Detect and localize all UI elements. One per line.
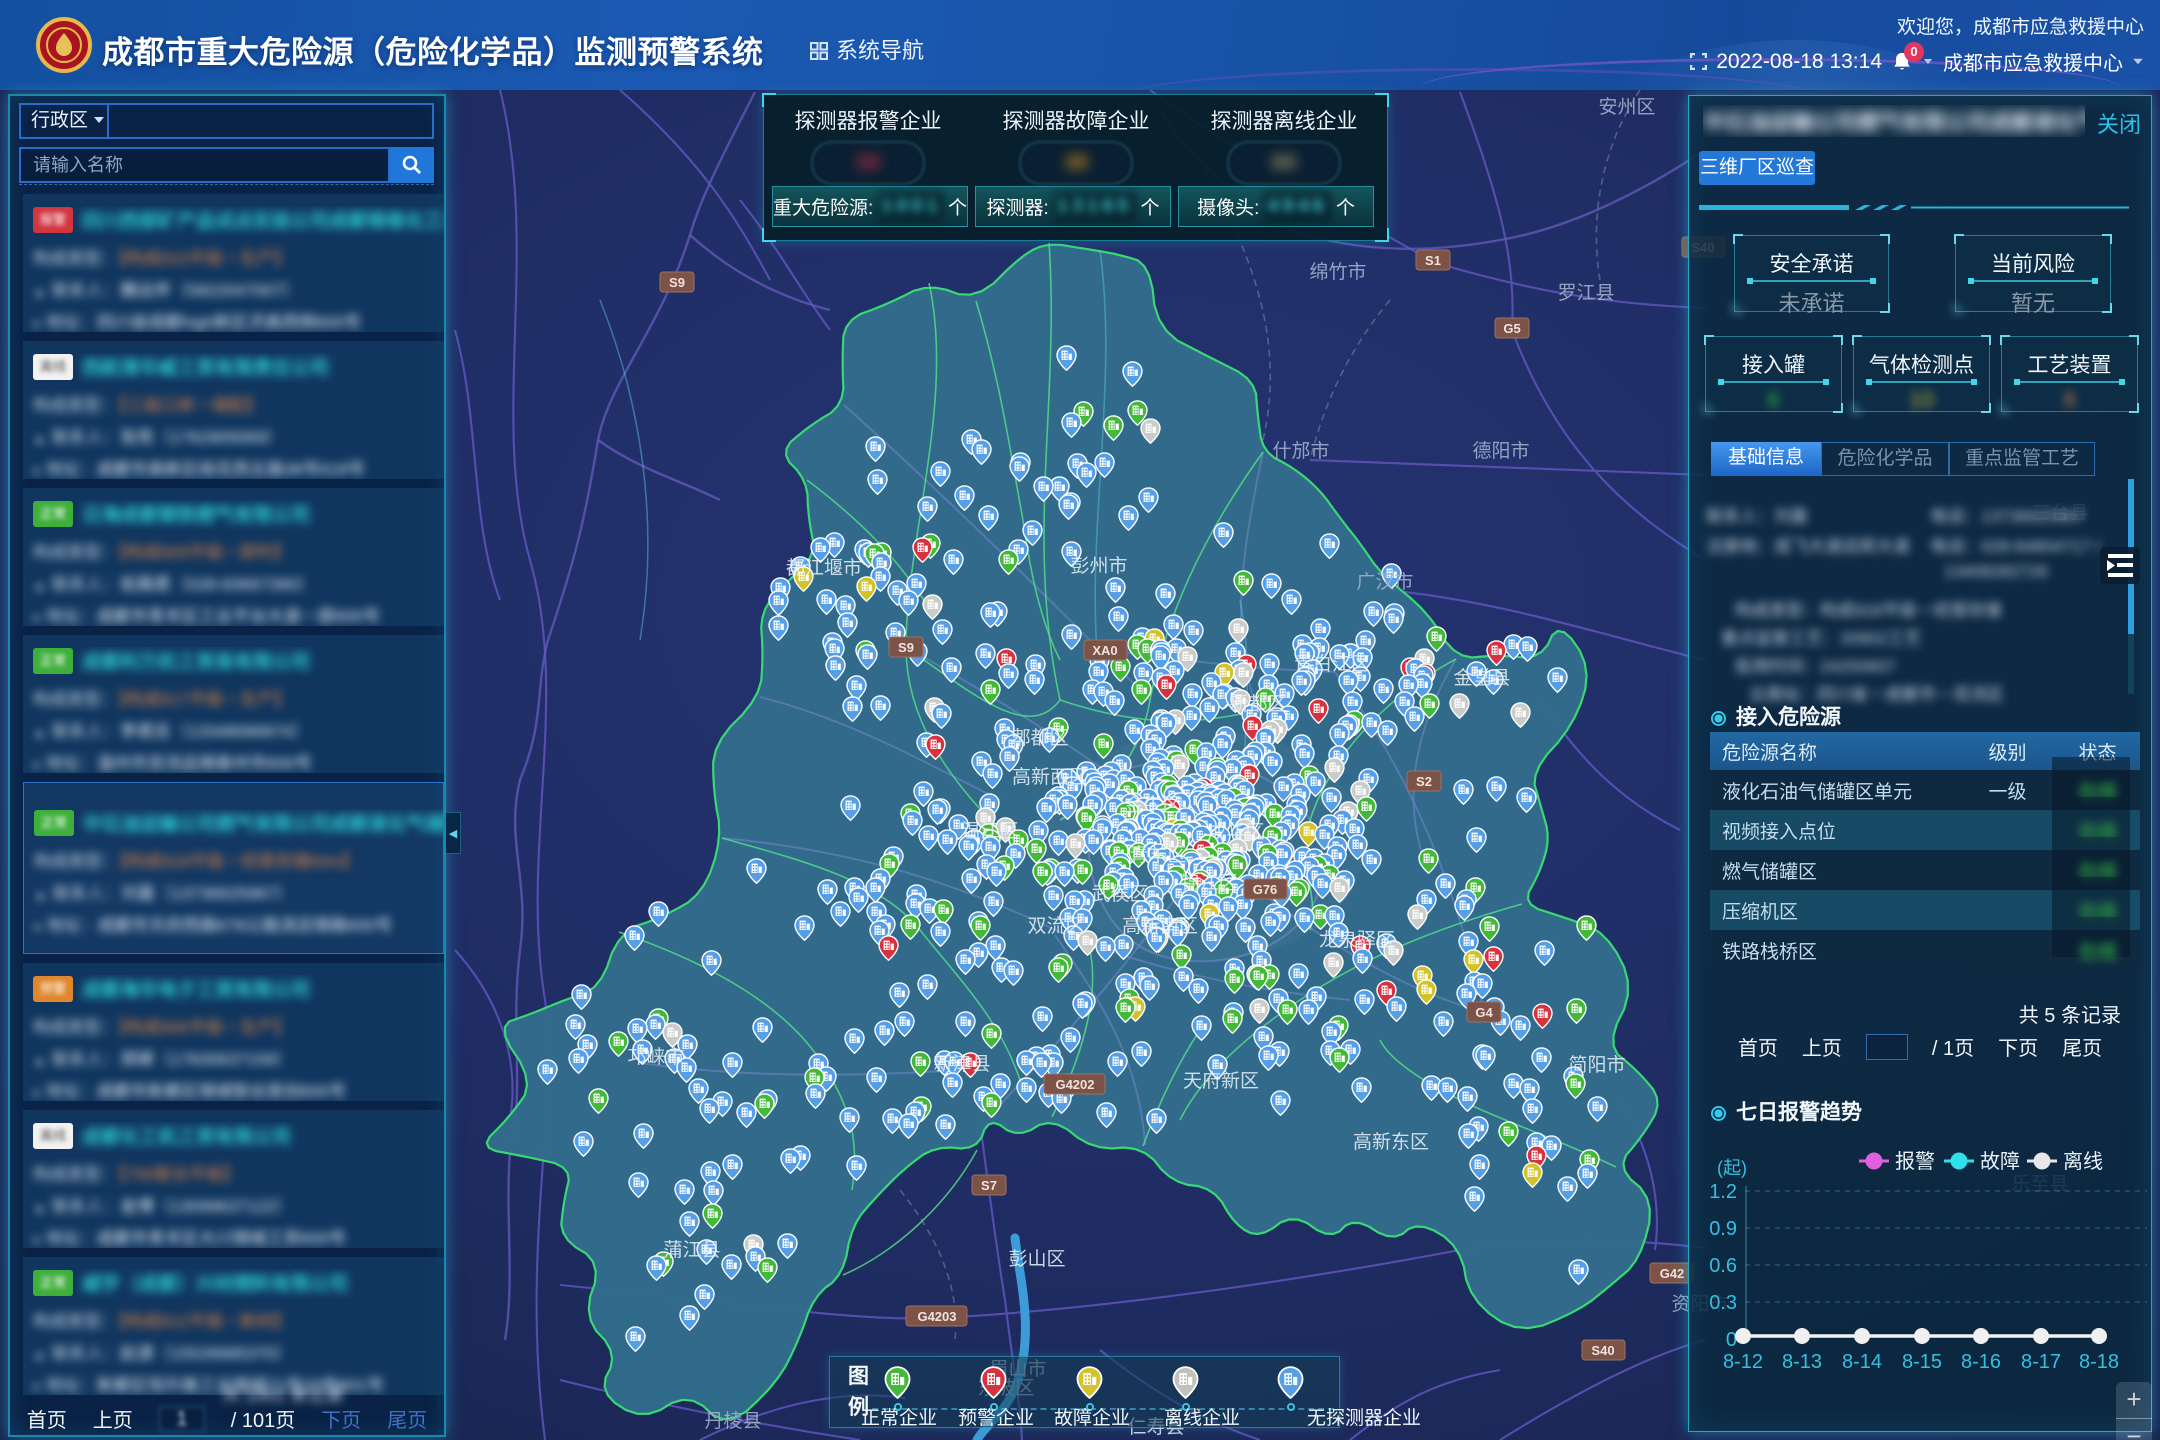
svg-text:G5: G5 xyxy=(1503,321,1520,336)
svg-text:S7: S7 xyxy=(981,1178,997,1193)
svg-text:8-12: 8-12 xyxy=(1723,1351,1763,1373)
svg-text:武侯区: 武侯区 xyxy=(1091,883,1148,905)
svg-text:0.3: 0.3 xyxy=(1709,1292,1737,1314)
svg-text:青白江区: 青白江区 xyxy=(1294,653,1370,675)
svg-text:青羊区: 青羊区 xyxy=(1129,844,1186,866)
svg-text:8-18: 8-18 xyxy=(2079,1351,2119,1373)
svg-text:蒲江县: 蒲江县 xyxy=(663,1239,720,1261)
svg-text:0.9: 0.9 xyxy=(1709,1218,1737,1240)
svg-text:(起): (起) xyxy=(1717,1158,1747,1178)
svg-text:8-16: 8-16 xyxy=(1961,1351,2001,1373)
svg-text:S9: S9 xyxy=(898,640,914,655)
svg-text:0: 0 xyxy=(1726,1329,1737,1351)
svg-text:8-17: 8-17 xyxy=(2021,1351,2061,1373)
svg-text:安州区: 安州区 xyxy=(1598,96,1655,118)
svg-text:金堂县: 金堂县 xyxy=(1453,667,1510,689)
svg-text:预警企业: 预警企业 xyxy=(958,1407,1034,1429)
svg-text:故障: 故障 xyxy=(1980,1150,2020,1173)
svg-text:无探测器企业: 无探测器企业 xyxy=(1307,1407,1421,1429)
svg-text:S9: S9 xyxy=(669,275,685,290)
svg-text:锦江区: 锦江区 xyxy=(1180,872,1237,894)
svg-text:德阳市: 德阳市 xyxy=(1472,440,1529,462)
svg-text:0.6: 0.6 xyxy=(1709,1255,1737,1277)
svg-text:1.2: 1.2 xyxy=(1709,1181,1737,1203)
svg-text:高新南区: 高新南区 xyxy=(1122,915,1198,937)
svg-text:新津县: 新津县 xyxy=(933,1053,990,1075)
svg-text:G42: G42 xyxy=(1660,1266,1685,1281)
svg-text:8-15: 8-15 xyxy=(1902,1351,1942,1373)
svg-text:G76: G76 xyxy=(1253,882,1278,897)
svg-text:邛崃市: 邛崃市 xyxy=(627,1046,684,1068)
svg-text:天府新区: 天府新区 xyxy=(1183,1070,1259,1092)
svg-text:郫都区: 郫都区 xyxy=(1011,727,1068,749)
svg-text:高新西区: 高新西区 xyxy=(1012,766,1088,788)
svg-text:8-13: 8-13 xyxy=(1782,1351,1822,1373)
svg-text:丹棱县: 丹棱县 xyxy=(704,1410,761,1432)
svg-text:金牛区: 金牛区 xyxy=(1124,794,1181,816)
svg-text:温江区: 温江区 xyxy=(961,820,1018,842)
svg-text:双流区: 双流区 xyxy=(1027,915,1084,937)
svg-text:故障企业: 故障企业 xyxy=(1054,1407,1130,1429)
svg-text:G4202: G4202 xyxy=(1055,1077,1094,1092)
svg-text:正常企业: 正常企业 xyxy=(861,1407,937,1429)
svg-text:S1: S1 xyxy=(1425,253,1441,268)
svg-text:什邡市: 什邡市 xyxy=(1272,440,1329,462)
svg-text:成华区: 成华区 xyxy=(1207,821,1264,843)
svg-text:高新东区: 高新东区 xyxy=(1353,1131,1429,1153)
svg-text:报警: 报警 xyxy=(1895,1150,1935,1173)
svg-text:绵竹市: 绵竹市 xyxy=(1309,261,1366,283)
svg-text:S40: S40 xyxy=(1591,1343,1614,1358)
svg-text:G4: G4 xyxy=(1475,1005,1493,1020)
svg-text:离线: 离线 xyxy=(2063,1150,2103,1173)
svg-text:简阳市: 简阳市 xyxy=(1568,1054,1625,1076)
svg-text:G4203: G4203 xyxy=(917,1309,956,1324)
svg-text:罗江县: 罗江县 xyxy=(1557,282,1614,304)
svg-text:广汉市: 广汉市 xyxy=(1356,571,1413,593)
svg-text:彭山区: 彭山区 xyxy=(1008,1248,1065,1270)
svg-text:龙泉驿区: 龙泉驿区 xyxy=(1319,929,1395,951)
svg-text:XA0: XA0 xyxy=(1092,643,1117,658)
svg-text:离线企业: 离线企业 xyxy=(1164,1407,1240,1429)
svg-text:S2: S2 xyxy=(1416,774,1432,789)
svg-text:彭州市: 彭州市 xyxy=(1070,555,1127,577)
svg-text:新都区: 新都区 xyxy=(1229,693,1286,715)
svg-text:8-14: 8-14 xyxy=(1842,1351,1882,1373)
svg-text:都江堰市: 都江堰市 xyxy=(786,557,862,579)
